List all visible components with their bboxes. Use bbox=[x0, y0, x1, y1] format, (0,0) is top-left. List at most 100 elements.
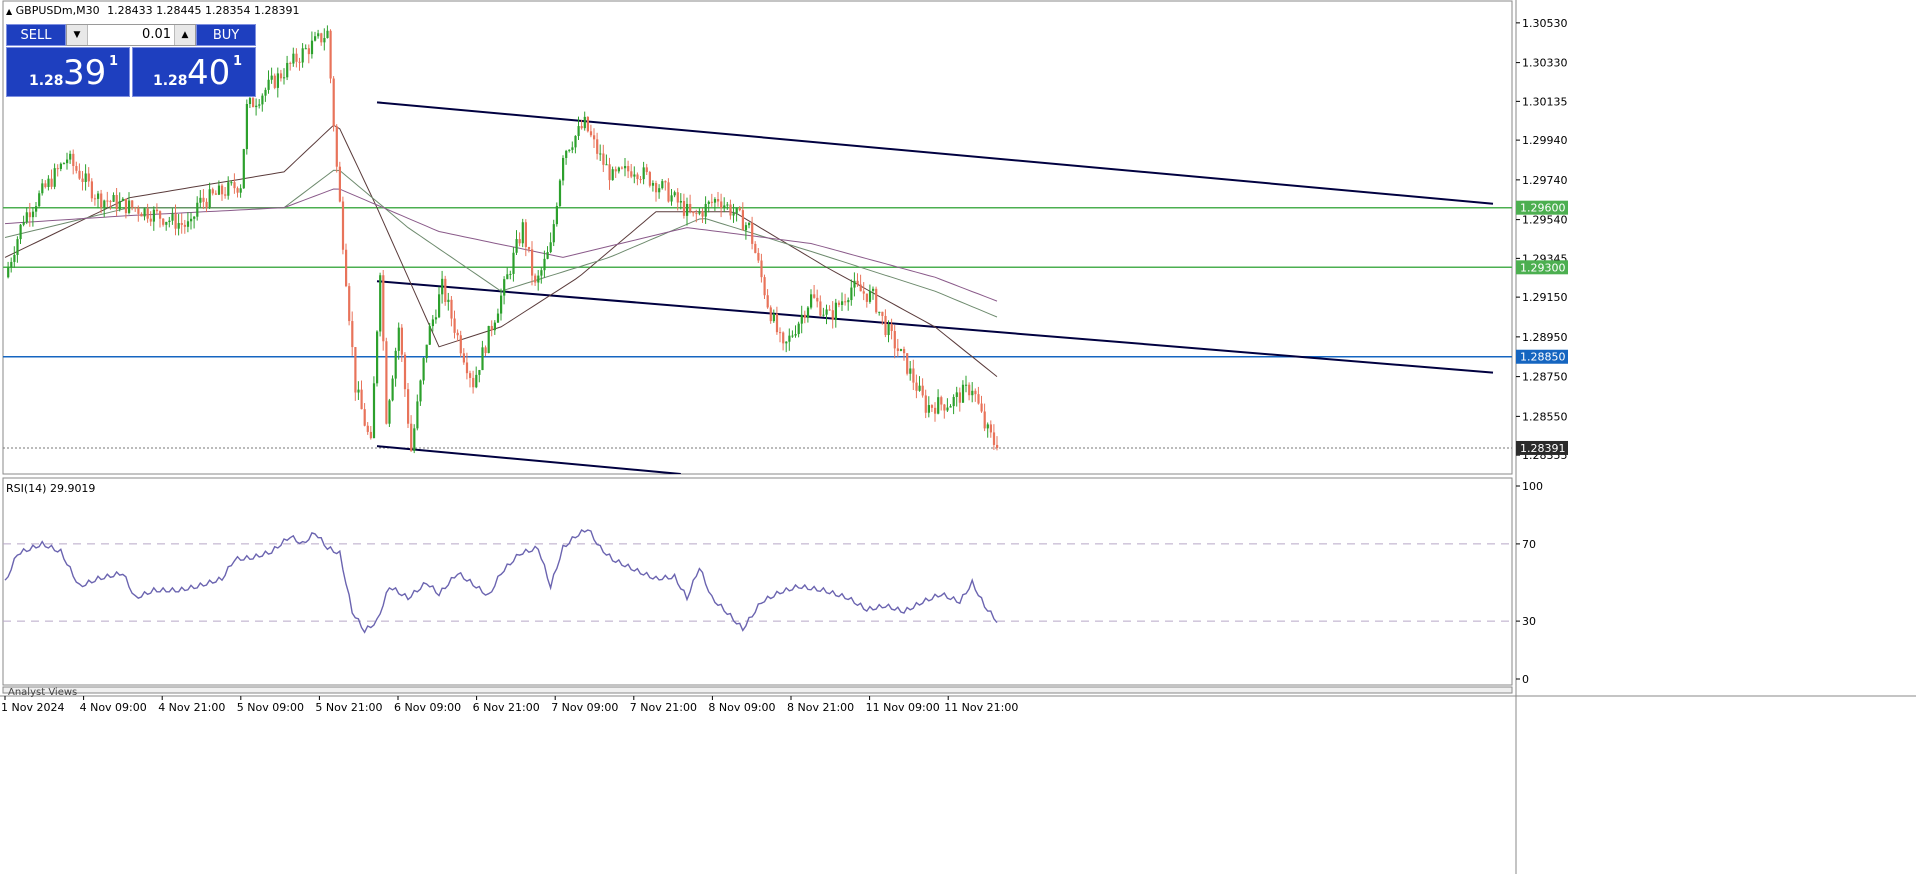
chevron-down-icon[interactable]: ▼ bbox=[67, 25, 88, 45]
candle-body bbox=[946, 407, 949, 411]
candle-body bbox=[614, 169, 617, 172]
candle-body bbox=[791, 335, 794, 337]
current-price-label: 1.28391 bbox=[1520, 442, 1566, 455]
candle-body bbox=[10, 261, 13, 268]
candle-body bbox=[152, 209, 155, 222]
candle-body bbox=[834, 302, 837, 320]
candle-body bbox=[407, 389, 410, 424]
candle-body bbox=[264, 89, 267, 96]
candle-body bbox=[732, 213, 735, 216]
candle-body bbox=[952, 396, 955, 407]
candle-body bbox=[87, 173, 90, 182]
candle-body bbox=[971, 390, 974, 396]
candle-body bbox=[180, 223, 183, 225]
candle-body bbox=[617, 167, 620, 172]
candle-body bbox=[769, 307, 772, 322]
candle-body bbox=[593, 135, 596, 140]
candle-body bbox=[893, 330, 896, 349]
candle-body bbox=[279, 73, 283, 79]
candle-body bbox=[174, 213, 177, 229]
candle-body bbox=[748, 222, 751, 226]
candle-body bbox=[763, 277, 766, 296]
candle-body bbox=[196, 202, 199, 217]
candle-body bbox=[121, 198, 124, 201]
candle-body bbox=[22, 222, 25, 225]
candle-body bbox=[93, 198, 97, 200]
candle-body bbox=[124, 198, 128, 214]
price-axis-tick-label: 1.29540 bbox=[1522, 214, 1568, 227]
price-axis-tick-label: 1.28550 bbox=[1522, 410, 1568, 423]
candle-body bbox=[605, 164, 608, 166]
candle-body bbox=[624, 166, 627, 169]
candle-body bbox=[295, 53, 298, 62]
candle-body bbox=[704, 203, 707, 217]
buy-button[interactable]: BUY bbox=[196, 24, 256, 46]
rsi-axis-tick-label: 70 bbox=[1522, 538, 1536, 551]
chart-canvas: 1.30530 1.30330 1.30135 1.29940 1.29740 1.295… bbox=[0, 0, 1916, 874]
candle-body bbox=[503, 279, 506, 296]
candle-body bbox=[44, 183, 47, 187]
candle-body bbox=[797, 323, 800, 335]
candle-body bbox=[853, 280, 856, 288]
candle-body bbox=[645, 167, 648, 173]
candle-body bbox=[918, 385, 921, 391]
candle-body bbox=[227, 182, 230, 196]
candle-body bbox=[949, 406, 952, 408]
candle-body bbox=[128, 200, 131, 214]
candle-body bbox=[992, 432, 996, 445]
candle-body bbox=[323, 38, 326, 43]
chevron-up-icon[interactable]: ▲ bbox=[174, 25, 195, 45]
buy-quote[interactable]: 1.28 40 1 bbox=[132, 47, 256, 97]
symbol-arrow-icon[interactable]: ▲ bbox=[6, 7, 12, 16]
candle-body bbox=[193, 216, 196, 219]
candle-body bbox=[230, 182, 233, 184]
candle-body bbox=[850, 287, 853, 301]
candle-body bbox=[47, 178, 50, 187]
candle-body bbox=[41, 183, 44, 194]
lot-size-stepper[interactable]: ▼ 0.01 ▲ bbox=[66, 24, 196, 46]
moving-average-line bbox=[4, 188, 998, 302]
candle-body bbox=[679, 200, 682, 203]
candle-body bbox=[372, 383, 376, 439]
rsi-line bbox=[4, 529, 998, 634]
candle-body bbox=[109, 201, 112, 203]
candle-body bbox=[586, 116, 589, 132]
candle-body bbox=[729, 204, 732, 216]
footer-tab-label[interactable]: Analyst Views bbox=[8, 687, 77, 698]
time-axis-tick-label: 8 Nov 09:00 bbox=[708, 701, 775, 714]
lot-size-input[interactable]: 0.01 bbox=[89, 25, 171, 45]
candle-body bbox=[248, 98, 252, 104]
candle-body bbox=[884, 315, 887, 336]
candle-body bbox=[310, 40, 314, 55]
candle-body bbox=[903, 349, 906, 354]
candle-body bbox=[345, 249, 348, 287]
candle-body bbox=[636, 174, 639, 180]
candle-body bbox=[100, 193, 103, 208]
candle-body bbox=[484, 347, 487, 354]
sell-quote-prefix: 1.28 bbox=[29, 73, 64, 89]
sell-button[interactable]: SELL bbox=[6, 24, 66, 46]
candle-body bbox=[865, 293, 868, 302]
candle-body bbox=[431, 319, 434, 327]
candle-body bbox=[459, 335, 462, 354]
candle-body bbox=[103, 200, 106, 208]
candle-body bbox=[211, 189, 214, 194]
candle-body bbox=[912, 368, 915, 383]
candle-body bbox=[785, 341, 788, 344]
candle-body bbox=[930, 405, 934, 408]
candle-body bbox=[273, 75, 276, 88]
sell-quote[interactable]: 1.28 39 1 bbox=[6, 47, 130, 97]
candle-body bbox=[568, 149, 571, 151]
candle-body bbox=[35, 206, 38, 212]
candle-body bbox=[527, 246, 531, 250]
candle-body bbox=[862, 291, 865, 294]
time-axis-tick-label: 6 Nov 09:00 bbox=[394, 701, 461, 714]
candle-body bbox=[540, 270, 543, 276]
candle-body bbox=[348, 286, 351, 322]
price-axis-tick-label: 1.28750 bbox=[1522, 371, 1568, 384]
candle-body bbox=[887, 324, 890, 336]
candle-body bbox=[146, 208, 149, 219]
candle-body bbox=[822, 314, 825, 316]
chart-root: 1.30530 1.30330 1.30135 1.29940 1.29740 1.295… bbox=[0, 0, 1916, 874]
candle-body bbox=[304, 48, 307, 50]
